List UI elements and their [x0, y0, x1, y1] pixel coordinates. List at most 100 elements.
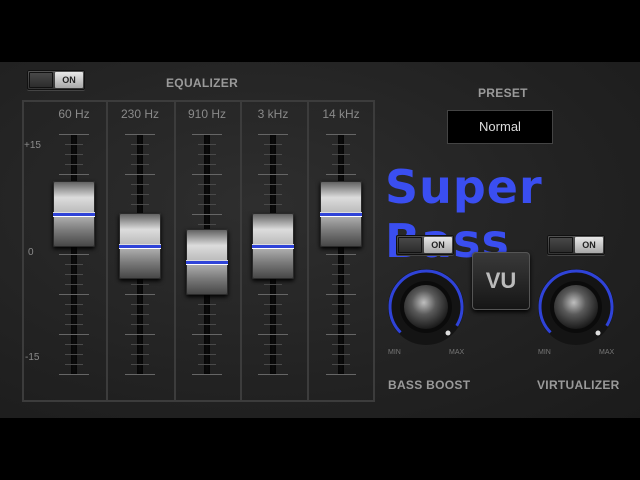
tick-mark: [264, 344, 282, 345]
tick-mark: [326, 374, 356, 375]
tick-mark: [332, 314, 350, 315]
tick-mark: [59, 174, 89, 175]
tick-mark: [125, 334, 155, 335]
tick-mark: [65, 164, 83, 165]
toggle-thumb: [29, 72, 53, 88]
tick-mark: [125, 174, 155, 175]
db-label-mid: 0: [28, 247, 34, 258]
band-frequency-label: 230 Hz: [120, 107, 160, 121]
tick-mark: [264, 324, 282, 325]
toggle-thumb: [549, 237, 573, 253]
tick-mark: [332, 344, 350, 345]
tick-mark: [264, 144, 282, 145]
tick-mark: [326, 254, 356, 255]
tick-mark: [125, 294, 155, 295]
virtualizer-knob[interactable]: MIN MAX: [536, 265, 616, 356]
tick-mark: [192, 174, 222, 175]
tick-mark: [264, 304, 282, 305]
bass-boost-label: BASS BOOST: [388, 378, 471, 392]
tick-mark: [131, 164, 149, 165]
tick-mark: [258, 174, 288, 175]
tick-mark: [264, 204, 282, 205]
tick-mark: [332, 164, 350, 165]
band-frequency-label: 14 kHz: [322, 107, 360, 121]
tick-mark: [131, 324, 149, 325]
tick-mark: [258, 294, 288, 295]
bass-boost-toggle[interactable]: ON: [396, 235, 454, 255]
toggle-thumb: [398, 237, 422, 253]
tick-mark: [125, 374, 155, 375]
band-divider: [174, 100, 176, 402]
virtualizer-label: VIRTUALIZER: [537, 378, 620, 392]
tick-mark: [264, 314, 282, 315]
tick-mark: [125, 134, 155, 135]
tick-mark: [198, 344, 216, 345]
tick-mark: [131, 344, 149, 345]
tick-mark: [258, 374, 288, 375]
eq-slider-handle[interactable]: [252, 213, 294, 279]
tick-mark: [326, 334, 356, 335]
equalizer-toggle-label: ON: [55, 72, 83, 88]
eq-slider-handle[interactable]: [119, 213, 161, 279]
preset-select[interactable]: Normal: [447, 110, 553, 144]
tick-mark: [326, 294, 356, 295]
tick-mark: [332, 364, 350, 365]
tick-mark: [131, 144, 149, 145]
tick-mark: [65, 364, 83, 365]
eq-slider-handle[interactable]: [53, 181, 95, 247]
tick-mark: [264, 194, 282, 195]
equalizer-toggle[interactable]: ON: [27, 70, 85, 90]
tick-mark: [198, 364, 216, 365]
vu-button[interactable]: VU: [472, 252, 530, 310]
tick-mark: [332, 354, 350, 355]
slider-indicator-line: [186, 261, 228, 264]
tick-mark: [131, 184, 149, 185]
tick-mark: [332, 144, 350, 145]
virtualizer-min: MIN: [538, 349, 551, 356]
tick-mark: [65, 314, 83, 315]
tick-mark: [198, 154, 216, 155]
tick-mark: [65, 344, 83, 345]
virtualizer-toggle-label: ON: [575, 237, 603, 253]
tick-mark: [332, 154, 350, 155]
equalizer-title: EQUALIZER: [166, 76, 239, 90]
slider-indicator-line: [119, 245, 161, 248]
tick-mark: [131, 154, 149, 155]
tick-mark: [131, 364, 149, 365]
tick-mark: [59, 374, 89, 375]
tick-mark: [65, 354, 83, 355]
virtualizer-toggle[interactable]: ON: [547, 235, 605, 255]
slider-ticks: [59, 134, 89, 375]
tick-mark: [198, 194, 216, 195]
bass-boost-min: MIN: [388, 349, 401, 356]
tick-mark: [332, 284, 350, 285]
slider-indicator-line: [53, 213, 95, 216]
tick-mark: [192, 214, 222, 215]
tick-mark: [65, 284, 83, 285]
tick-mark: [59, 134, 89, 135]
db-label-top: +15: [24, 140, 41, 151]
tick-mark: [198, 144, 216, 145]
tick-mark: [264, 164, 282, 165]
tick-mark: [258, 334, 288, 335]
tick-mark: [264, 284, 282, 285]
eq-slider-handle[interactable]: [320, 181, 362, 247]
band-divider: [106, 100, 108, 402]
tick-mark: [332, 324, 350, 325]
tick-mark: [65, 144, 83, 145]
tick-mark: [198, 204, 216, 205]
db-label-bottom: -15: [25, 352, 40, 363]
bass-boost-knob[interactable]: MIN MAX: [386, 265, 466, 356]
tick-mark: [192, 134, 222, 135]
tick-mark: [131, 354, 149, 355]
tick-mark: [65, 264, 83, 265]
slider-indicator-line: [252, 245, 294, 248]
band-frequency-label: 3 kHz: [257, 107, 289, 121]
eq-slider-handle[interactable]: [186, 229, 228, 295]
tick-mark: [65, 324, 83, 325]
tick-mark: [332, 304, 350, 305]
preset-label: PRESET: [478, 86, 528, 100]
tick-mark: [198, 184, 216, 185]
tick-mark: [131, 204, 149, 205]
bass-boost-max: MAX: [449, 349, 465, 356]
